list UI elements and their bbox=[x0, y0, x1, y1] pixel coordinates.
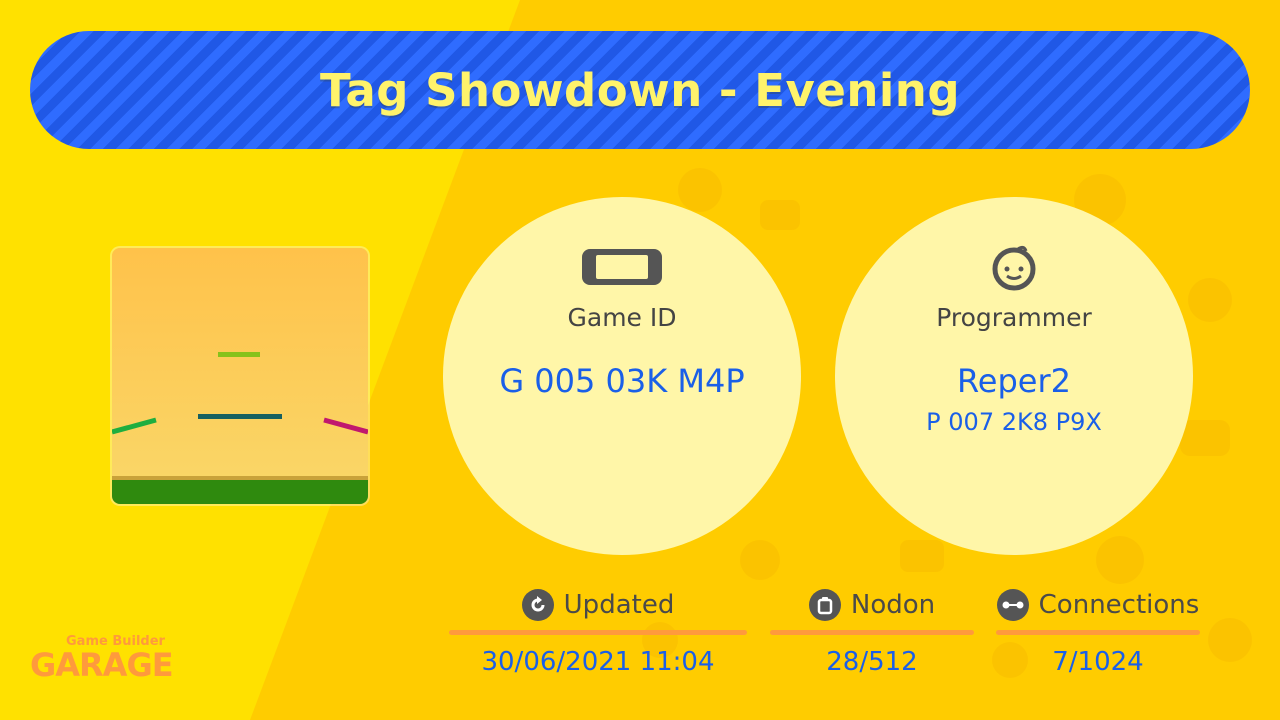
programmer-id: P 007 2K8 P9X bbox=[926, 408, 1102, 436]
nodon-stat: Nodon 28/512 bbox=[770, 588, 974, 677]
programmer-panel: Programmer Reper2 P 007 2K8 P9X bbox=[835, 197, 1193, 555]
link-icon bbox=[996, 589, 1029, 621]
handheld-console-icon bbox=[580, 243, 664, 291]
refresh-icon bbox=[521, 589, 554, 621]
game-title: Tag Showdown - Evening bbox=[319, 63, 961, 117]
nodon-divider bbox=[770, 630, 974, 635]
title-banner: Tag Showdown - Evening bbox=[30, 31, 1250, 149]
connections-value: 7/1024 bbox=[1052, 647, 1144, 677]
green-platform bbox=[218, 352, 260, 357]
clipboard-icon bbox=[808, 589, 841, 621]
game-id-label: Game ID bbox=[567, 303, 677, 332]
logo-line2: GARAGE bbox=[30, 646, 174, 684]
game-id-value: G 005 03K M4P bbox=[499, 362, 745, 400]
connections-label: Connections bbox=[1038, 590, 1200, 620]
nodon-value: 28/512 bbox=[826, 647, 918, 677]
connections-stat: Connections 7/1024 bbox=[996, 588, 1200, 677]
programmer-label: Programmer bbox=[936, 303, 1092, 332]
updated-stat: Updated 30/06/2021 11:04 bbox=[449, 588, 747, 677]
connections-divider bbox=[996, 630, 1200, 635]
smiling-face-icon bbox=[986, 243, 1042, 291]
updated-label: Updated bbox=[563, 590, 675, 620]
thumbnail-preview bbox=[112, 248, 368, 504]
nodon-label: Nodon bbox=[850, 590, 936, 620]
teal-platform bbox=[198, 414, 282, 419]
programmer-name: Reper2 bbox=[957, 362, 1071, 400]
updated-divider bbox=[449, 630, 747, 635]
game-thumbnail bbox=[112, 248, 368, 504]
updated-value: 30/06/2021 11:04 bbox=[481, 647, 715, 677]
game-id-panel: Game ID G 005 03K M4P bbox=[443, 197, 801, 555]
game-builder-garage-logo: Game Builder GARAGE bbox=[30, 634, 174, 684]
